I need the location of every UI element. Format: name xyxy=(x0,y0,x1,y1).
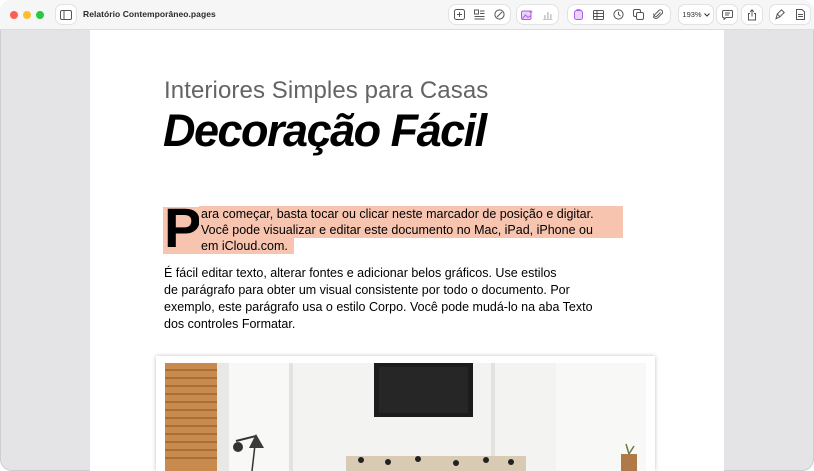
close-window-button[interactable] xyxy=(10,11,18,19)
media-toolbar-group xyxy=(517,5,558,24)
text-style-icon xyxy=(473,9,484,20)
photo-add-icon xyxy=(521,10,533,20)
object-toolbar-group xyxy=(568,5,670,24)
drop-cap[interactable]: P xyxy=(163,200,201,256)
chevron-down-icon xyxy=(703,12,710,17)
minimize-window-button[interactable] xyxy=(23,11,31,19)
document-icon xyxy=(795,9,805,20)
inspector-group xyxy=(770,5,810,24)
text-box-icon xyxy=(573,9,583,20)
body-paragraph[interactable]: É fácil editar texto, alterar fontes e a… xyxy=(164,265,634,333)
text-style-button[interactable] xyxy=(469,5,489,24)
intro-line[interactable]: ara começar, basta tocar ou clicar neste… xyxy=(201,206,594,222)
zoom-value: 193% xyxy=(682,10,702,19)
toolbar: Relatório Contemporâneo.pages 193% xyxy=(0,0,814,30)
body-line: de parágrafo para obter um visual consis… xyxy=(164,283,570,297)
document-name: Relatório Contemporâneo.pages xyxy=(83,9,216,19)
chart-button[interactable] xyxy=(537,5,557,24)
room-photo-image xyxy=(156,356,655,471)
document-button[interactable] xyxy=(790,9,810,20)
table-insert-button[interactable] xyxy=(449,5,469,24)
sidebar-icon xyxy=(60,9,72,20)
intro-line[interactable]: Você pode visualizar e editar este docum… xyxy=(201,222,593,238)
clock-icon xyxy=(612,9,624,20)
document-title[interactable]: Decoração Fácil xyxy=(163,105,487,157)
shape-button[interactable] xyxy=(489,5,509,24)
text-box-button[interactable] xyxy=(568,5,588,24)
attachment-button[interactable] xyxy=(648,5,668,24)
table-icon xyxy=(592,9,604,20)
shape-icon xyxy=(493,9,505,20)
room-photo[interactable] xyxy=(156,356,655,471)
share-icon xyxy=(748,8,756,20)
sidebar-toggle-button[interactable] xyxy=(56,5,76,24)
format-button[interactable] xyxy=(770,9,790,20)
copy-button[interactable] xyxy=(628,5,648,24)
table-button[interactable] xyxy=(588,5,608,24)
copy-icon xyxy=(632,9,644,20)
fullscreen-window-button[interactable] xyxy=(36,11,44,19)
comment-button[interactable] xyxy=(717,5,737,24)
body-line: É fácil editar texto, alterar fontes e a… xyxy=(164,266,557,280)
insert-toolbar-group xyxy=(449,5,510,24)
body-line: dos controles Formatar. xyxy=(164,317,296,331)
intro-line[interactable]: em iCloud.com. xyxy=(201,238,288,254)
photo-add-button[interactable] xyxy=(517,5,537,24)
comment-icon xyxy=(721,9,733,20)
body-line: exemplo, este parágrafo usa o estilo Cor… xyxy=(164,300,593,314)
zoom-menu[interactable]: 193% xyxy=(679,5,713,24)
drop-cap-letter: P xyxy=(164,196,202,259)
table-insert-icon xyxy=(453,9,465,20)
format-brush-icon xyxy=(775,9,785,20)
app-window: Relatório Contemporâneo.pages 193% Inter… xyxy=(0,0,814,471)
clock-button[interactable] xyxy=(608,5,628,24)
share-button[interactable] xyxy=(742,5,762,24)
attachment-icon xyxy=(653,9,663,19)
document-subtitle[interactable]: Interiores Simples para Casas xyxy=(164,77,488,105)
chart-icon xyxy=(542,11,552,20)
